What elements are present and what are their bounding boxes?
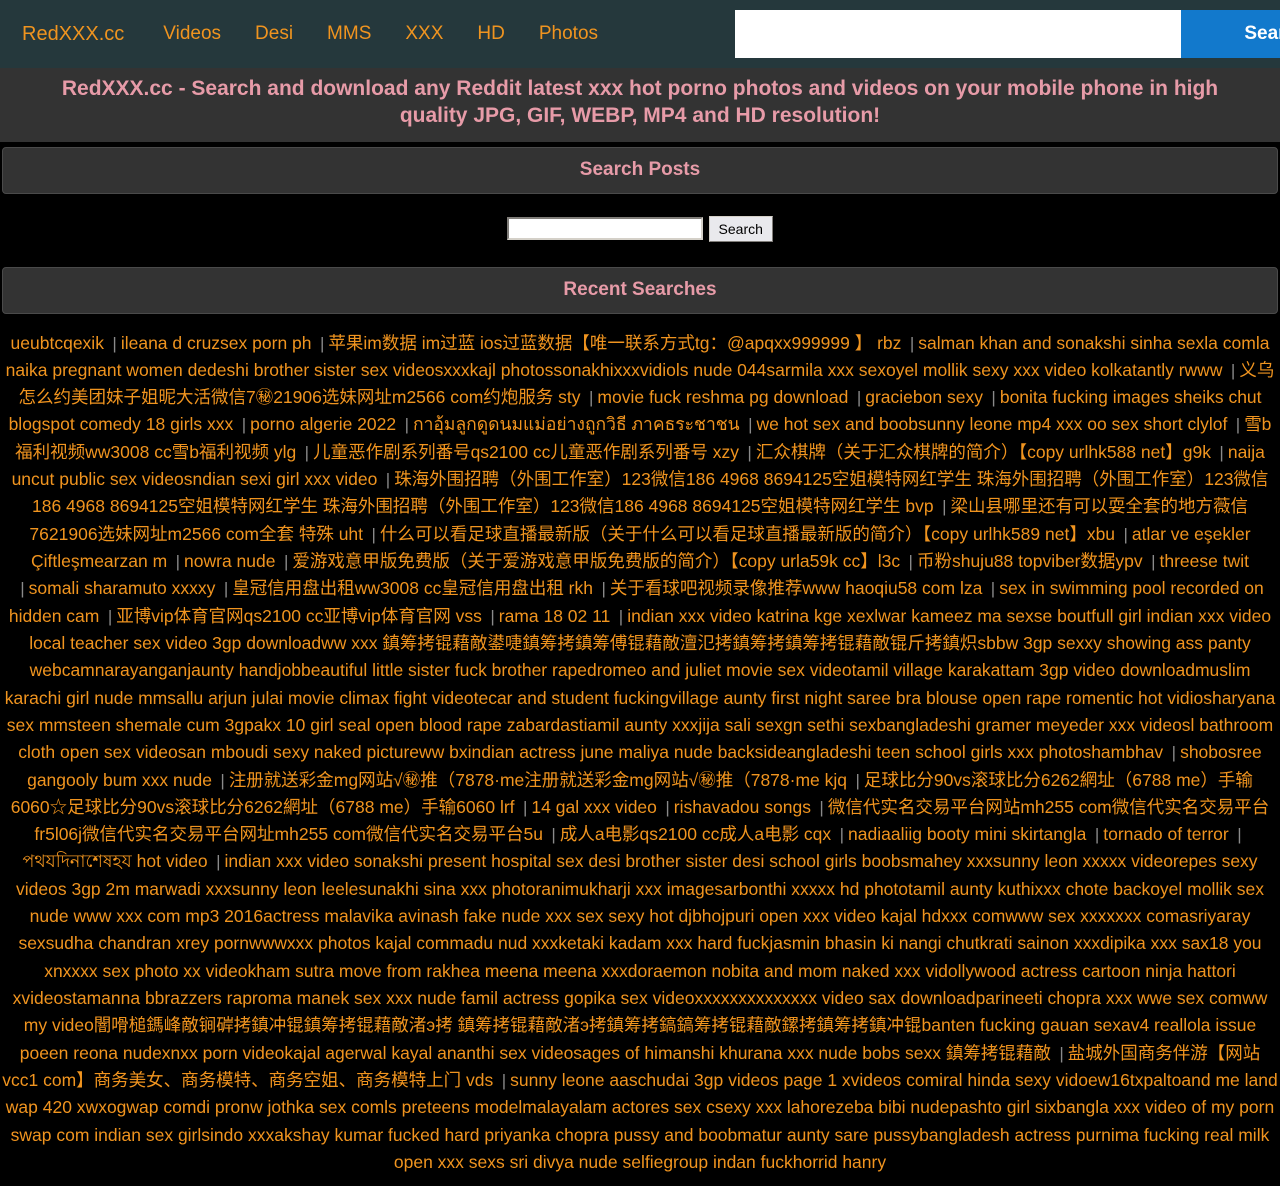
search-term-separator: | [908,552,913,572]
search-term-separator: | [1151,552,1156,572]
search-posts-input[interactable] [507,217,704,241]
recent-searches-header: Recent Searches [2,266,1278,314]
search-term-separator: | [522,797,528,817]
recent-searches-list: ueubtcqexik | ileana d cruzsex porn ph | 苹… [0,314,1280,1186]
search-term-separator: | [20,579,25,599]
nav-item-mms[interactable]: MMS [310,13,388,56]
recent-search-term[interactable]: nowra nude [184,551,275,571]
recent-search-term[interactable]: rama 18 02 11 [499,606,611,626]
recent-search-term[interactable]: 成人a电影qs2100 cc成人a电影 cqx [560,824,831,844]
search-term-separator: | [1230,360,1236,380]
recent-search-term[interactable]: tornado of terror [1103,824,1228,844]
recent-search-term[interactable]: graciebon sexy [865,387,983,407]
search-term-separator: | [107,606,113,626]
search-term-separator: | [371,524,376,544]
nav-item-videos[interactable]: Videos [146,13,238,56]
search-posts-button[interactable]: Search [708,215,773,242]
recent-search-term[interactable]: indian xxx video sonakshi present hospit… [13,851,1268,1062]
search-posts-form: Search [0,193,1280,262]
recent-searches-title: Recent Searches [563,278,717,300]
search-term-separator: | [1171,743,1177,763]
search-term-separator: | [220,770,225,790]
search-term-separator: | [618,606,624,626]
navbar-search-button[interactable]: Search [1181,10,1280,58]
search-term-separator: | [819,797,824,817]
recent-search-term[interactable]: 币粉shuju88 topviber数据ypv [917,551,1143,571]
primary-nav: RedXXX.cc Videos Desi MMS XXX HD Photos [14,12,615,56]
search-term-separator: | [909,333,915,353]
recent-search-term[interactable]: পথযদিনাশেষহয hot video [22,851,207,871]
search-posts-header: Search Posts [2,146,1278,194]
site-brand-link[interactable]: RedXXX.cc [14,12,146,56]
recent-search-term[interactable]: 亚博vip体育官网qs2100 cc亚博vip体育官网 vss [116,606,482,626]
nav-item-photos[interactable]: Photos [522,13,615,56]
search-term-separator: | [990,579,996,599]
search-term-separator: | [490,606,495,626]
search-term-separator: | [747,442,752,462]
recent-search-term[interactable]: ueubtcqexik [11,333,104,353]
navbar-search-input[interactable] [735,10,1182,58]
recent-search-term[interactable]: porno algerie 2022 [250,414,396,434]
site-tagline-banner: RedXXX.cc - Search and download any Redd… [0,68,1280,142]
recent-search-term[interactable]: 什么可以看足球直播最新版（关于什么可以看足球直播最新版的简介）【copy url… [380,524,1115,544]
recent-search-term[interactable]: 注册就送彩金mg网站√㊙推（7878·me注册就送彩金mg网站√㊙推（7878·… [229,770,847,790]
search-term-separator: | [839,825,845,845]
nav-item-desi[interactable]: Desi [238,13,310,56]
search-term-separator: | [665,797,670,817]
search-term-separator: | [501,1070,507,1090]
recent-search-term[interactable]: indian xxx video katrina kge xexlwar kam… [5,606,1275,763]
search-term-separator: | [283,552,289,572]
search-term-separator: | [855,770,860,790]
search-term-separator: | [1219,442,1224,462]
recent-search-term[interactable]: 苹果im数据 im过蓝 ios过蓝数据【唯一联系方式tg：@apqxx99999… [328,333,901,353]
recent-search-term[interactable]: 儿童恶作剧系列番号qs2100 cc儿童恶作剧系列番号 xzy [313,442,739,462]
search-term-separator: | [551,825,556,845]
search-term-separator: | [216,852,221,872]
recent-search-term[interactable]: nadiaaliig booty mini skirtangla [848,824,1086,844]
recent-search-term[interactable]: somali sharamuto xxxxy [29,578,216,598]
search-term-separator: | [404,415,409,435]
site-tagline: RedXXX.cc - Search and download any Redd… [61,77,1219,127]
recent-search-term[interactable]: rishavadou songs [674,797,811,817]
recent-search-term[interactable]: we hot sex and boobsunny leone mp4 xxx o… [756,414,1227,434]
recent-search-term[interactable]: 14 gal xxx video [531,797,657,817]
search-term-separator: | [241,415,247,435]
search-term-separator: | [1235,415,1241,435]
search-term-separator: | [223,579,229,599]
search-term-separator: | [588,388,594,408]
search-term-separator: | [1237,825,1242,845]
search-term-separator: | [748,415,753,435]
recent-search-term[interactable]: 皇冠信用盘出租ww3008 cc皇冠信用盘出租 rkh [232,578,593,598]
search-term-separator: | [304,442,310,462]
recent-search-term[interactable]: 关于看球吧视频录像推荐www haoqiu58 com lza [610,578,982,598]
search-term-separator: | [601,579,606,599]
search-term-separator: | [175,552,181,572]
navbar-search-form: Search [615,10,1280,58]
search-term-separator: | [112,333,117,353]
search-term-separator: | [942,497,947,517]
recent-search-term[interactable]: 爱游戏意甲版免费版（关于爱游戏意甲版免费版的简介）【copy urla59k c… [292,551,900,571]
search-term-separator: | [319,333,325,353]
search-term-separator: | [385,470,391,490]
recent-search-term[interactable]: ileana d cruzsex porn ph [121,333,312,353]
recent-search-term[interactable]: threese twit [1160,551,1249,571]
search-term-separator: | [856,388,862,408]
recent-search-term[interactable]: movie fuck reshma pg download [597,387,848,407]
search-term-separator: | [991,388,996,408]
search-term-separator: | [1123,524,1128,544]
nav-item-hd[interactable]: HD [460,13,521,56]
search-term-separator: | [1094,825,1100,845]
top-navbar: RedXXX.cc Videos Desi MMS XXX HD Photos … [0,0,1280,68]
recent-search-term[interactable]: กาอุ้มลูกดูดนมแม่อย่างถูกวิธี ภาคธระชาชน [413,414,740,434]
search-term-separator: | [1059,1043,1064,1063]
search-posts-title: Search Posts [579,158,701,180]
recent-search-term[interactable]: 汇众棋牌（关于汇众棋牌的简介）【copy urlhk588 net】g9k [756,442,1211,462]
nav-item-xxx[interactable]: XXX [388,13,460,56]
